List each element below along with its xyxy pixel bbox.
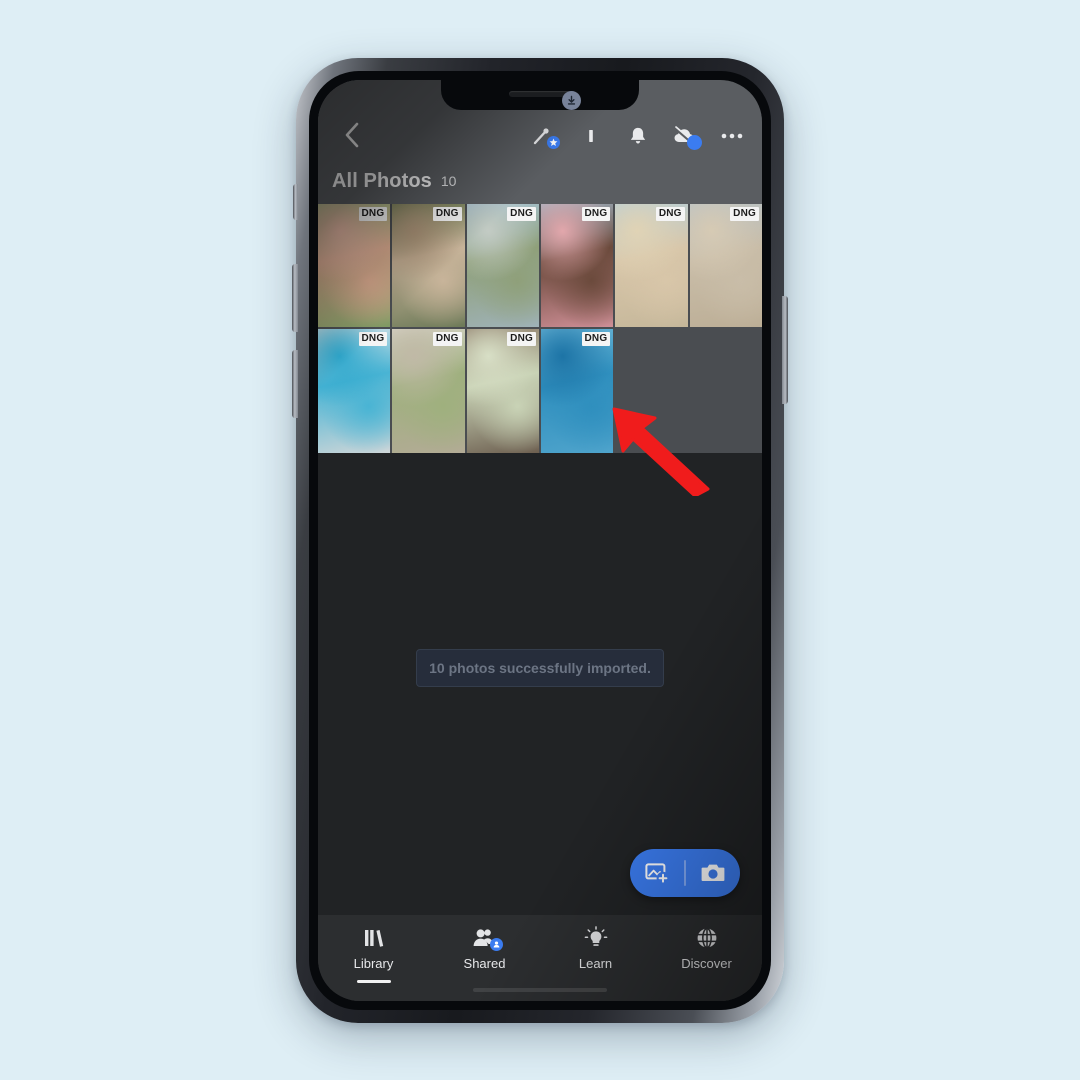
import-status-button[interactable] bbox=[562, 91, 581, 110]
photo-thumbnail[interactable]: DNG bbox=[466, 329, 539, 453]
dng-format-badge: DNG bbox=[432, 207, 462, 221]
library-content-area: 10 photos successfully imported. bbox=[318, 452, 762, 915]
arrow-up-left-icon bbox=[612, 407, 710, 498]
import-toast: 10 photos successfully imported. bbox=[416, 648, 664, 687]
overflow-menu-icon bbox=[721, 133, 743, 139]
camera-button[interactable] bbox=[686, 849, 740, 897]
red-arrow-annotation bbox=[609, 404, 713, 498]
photo-thumbnail[interactable]: DNG bbox=[392, 329, 465, 453]
bell-icon bbox=[630, 127, 646, 144]
photo-image bbox=[466, 204, 539, 328]
phone-bezel: All Photos 10 DNG DNG DNG DNG DNG DNG DNG DNG DN… bbox=[309, 71, 771, 1010]
nav-label-discover: Discover bbox=[681, 956, 732, 971]
volume-down-button[interactable] bbox=[292, 350, 298, 418]
shared-badge bbox=[489, 938, 503, 951]
dng-format-badge: DNG bbox=[507, 332, 536, 346]
device-notch bbox=[441, 80, 639, 110]
nav-label-learn: Learn bbox=[578, 956, 613, 971]
dng-format-badge: DNG bbox=[507, 207, 536, 221]
nav-item-shared[interactable]: Shared bbox=[429, 926, 540, 983]
nav-label-shared: Shared bbox=[463, 956, 506, 971]
cloud-sync-button[interactable] bbox=[671, 123, 702, 150]
shared-icon-wrap bbox=[472, 926, 503, 951]
photo-thumbnail[interactable]: DNG bbox=[466, 204, 539, 328]
download-circle-icon bbox=[567, 95, 576, 105]
section-header: All Photos 10 bbox=[318, 158, 762, 204]
photo-image bbox=[392, 329, 465, 453]
photo-image bbox=[318, 204, 391, 328]
nav-active-indicator bbox=[356, 980, 391, 983]
back-button[interactable] bbox=[334, 118, 368, 152]
star-icon bbox=[549, 138, 558, 147]
nav-item-learn[interactable]: Learn bbox=[540, 926, 651, 983]
photo-count: 10 bbox=[440, 173, 457, 189]
camera-icon bbox=[701, 864, 725, 881]
dng-format-badge: DNG bbox=[358, 207, 388, 221]
page-title: All Photos bbox=[332, 169, 432, 192]
globe-icon bbox=[697, 927, 716, 949]
photo-image bbox=[541, 204, 614, 328]
dng-format-badge: DNG bbox=[730, 207, 759, 221]
dng-format-badge: DNG bbox=[581, 207, 611, 221]
dng-format-badge: DNG bbox=[581, 332, 611, 346]
library-icon-wrap bbox=[362, 926, 386, 950]
photo-thumbnail[interactable]: DNG bbox=[541, 329, 614, 453]
add-photo-button[interactable] bbox=[630, 849, 684, 897]
filter-bar-icon bbox=[589, 130, 593, 142]
photo-image bbox=[318, 329, 391, 453]
dng-format-badge: DNG bbox=[432, 332, 462, 346]
photo-image bbox=[541, 329, 614, 453]
chevron-left-icon bbox=[345, 122, 358, 148]
photo-image bbox=[392, 204, 465, 328]
add-photo-icon bbox=[645, 863, 670, 885]
silent-switch-button[interactable] bbox=[293, 184, 298, 220]
photo-image bbox=[689, 204, 762, 328]
photo-thumbnail[interactable]: DNG bbox=[541, 204, 614, 328]
filter-bar-button[interactable] bbox=[577, 123, 605, 149]
dng-format-badge: DNG bbox=[655, 207, 685, 221]
photo-thumbnail[interactable]: DNG bbox=[318, 204, 391, 328]
sync-status-badge bbox=[687, 135, 702, 150]
learn-icon-wrap bbox=[584, 926, 608, 950]
top-bar-actions bbox=[530, 123, 746, 152]
import-toast-message: 10 photos successfully imported. bbox=[429, 659, 651, 676]
photo-image bbox=[466, 329, 539, 453]
phone-screen: All Photos 10 DNG DNG DNG DNG DNG DNG DNG DNG DN… bbox=[318, 80, 762, 1001]
overflow-menu-button[interactable] bbox=[718, 123, 746, 149]
photo-thumbnail[interactable]: DNG bbox=[318, 329, 391, 453]
nav-label-library: Library bbox=[353, 956, 394, 971]
photo-library-app: All Photos 10 DNG DNG DNG DNG DNG DNG DNG DNG DN… bbox=[318, 80, 762, 1001]
dng-format-badge: DNG bbox=[358, 332, 388, 346]
phone-device-mockup: All Photos 10 DNG DNG DNG DNG DNG DNG DNG DNG DN… bbox=[292, 58, 788, 1023]
home-indicator[interactable] bbox=[473, 988, 607, 992]
nav-item-library[interactable]: Library bbox=[318, 926, 429, 983]
photo-thumbnail[interactable]: DNG bbox=[689, 204, 762, 328]
adjust-premium-button[interactable] bbox=[530, 123, 560, 149]
nav-item-discover[interactable]: Discover bbox=[651, 926, 762, 983]
photo-image bbox=[615, 204, 688, 328]
person-add-icon bbox=[493, 941, 499, 948]
volume-up-button[interactable] bbox=[292, 264, 298, 332]
notifications-button[interactable] bbox=[624, 123, 652, 149]
discover-icon-wrap bbox=[695, 926, 719, 950]
premium-badge bbox=[547, 136, 560, 149]
photo-thumbnail[interactable]: DNG bbox=[615, 204, 688, 328]
lightbulb-icon bbox=[584, 926, 607, 946]
photo-thumbnail[interactable]: DNG bbox=[392, 204, 465, 328]
floating-action-group bbox=[630, 849, 740, 897]
library-books-icon bbox=[364, 930, 383, 947]
power-button[interactable] bbox=[782, 296, 788, 404]
